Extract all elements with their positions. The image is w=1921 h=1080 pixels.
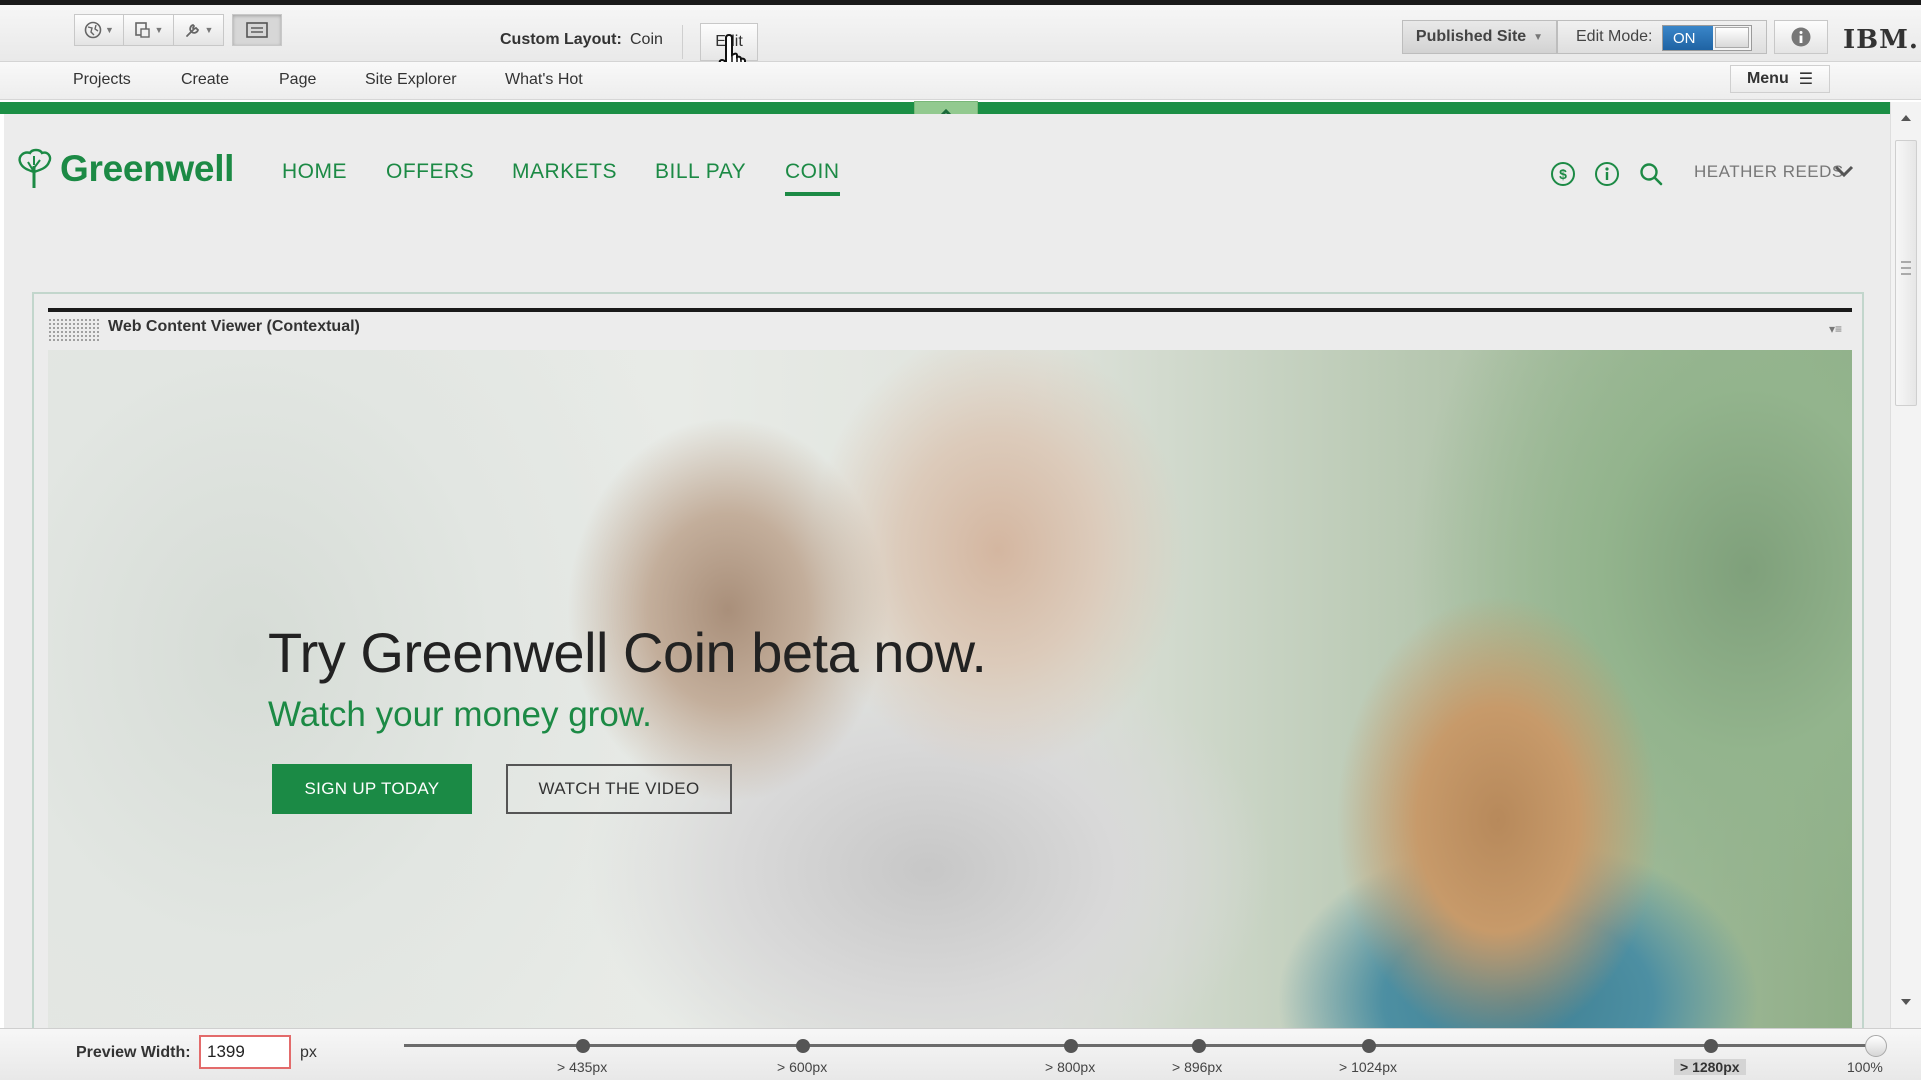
preview-width-slider[interactable] [404, 1044, 1874, 1047]
preview-width-label: Preview Width: [76, 1044, 191, 1061]
toolbar-divider [682, 25, 683, 59]
nav-site-explorer[interactable]: Site Explorer [365, 71, 457, 89]
caret-icon: ▼ [1533, 31, 1544, 43]
info-icon [1791, 27, 1811, 47]
breakpoint-dot-435[interactable] [576, 1039, 590, 1053]
breakpoint-label-1024: > 1024px [1339, 1059, 1397, 1075]
toggle-panel-button[interactable] [232, 14, 282, 46]
nav-page[interactable]: Page [279, 71, 316, 89]
top-toolbar: ▼ ▼ ▼ Custom Layout: Coin Edit Published… [0, 0, 1921, 83]
drag-handle[interactable] [48, 318, 100, 342]
nav-projects[interactable]: Projects [73, 71, 131, 89]
edit-mode-label: Edit Mode: [1576, 28, 1653, 45]
edit-mode-control: Edit Mode: ON [1557, 20, 1767, 54]
grip-icon [1901, 261, 1911, 275]
greenwell-logo[interactable]: Greenwell [14, 148, 234, 190]
edit-mode-state: ON [1663, 26, 1713, 50]
hero-headline: Try Greenwell Coin beta now. [268, 621, 987, 684]
custom-layout-value: Coin [630, 31, 663, 48]
vertical-scrollbar[interactable] [1890, 102, 1921, 1028]
portlet-menu-icon[interactable]: ▾≡ [1829, 322, 1842, 336]
panel-icon [246, 22, 268, 38]
breakpoint-label-896: > 896px [1172, 1059, 1223, 1075]
dollar-icon[interactable]: $ [1550, 161, 1576, 187]
nav-whats-hot[interactable]: What's Hot [505, 71, 583, 89]
slider-handle[interactable] [1865, 1035, 1887, 1057]
nav-create[interactable]: Create [181, 71, 229, 89]
info-circle-icon[interactable] [1594, 161, 1620, 187]
caret-icon: ▼ [105, 25, 114, 35]
page-icon [134, 22, 150, 38]
breakpoint-dot-600[interactable] [796, 1039, 810, 1053]
portlet-title: Web Content Viewer (Contextual) [108, 318, 360, 335]
breakpoint-dot-1280[interactable] [1704, 1039, 1718, 1053]
caret-icon: ▼ [204, 25, 214, 35]
greenwell-tree-icon [18, 148, 52, 188]
menu-button[interactable]: Menu ☰ [1730, 65, 1830, 93]
site-nav-home[interactable]: HOME [282, 160, 347, 184]
site-nav-bill-pay[interactable]: BILL PAY [655, 160, 746, 184]
site-nav-coin[interactable]: COIN [785, 160, 840, 196]
secondary-nav: Projects Create Page Site Explorer What'… [0, 62, 1921, 100]
site-preview: Greenwell HOME OFFERS MARKETS BILL PAY C… [4, 114, 1890, 1028]
toggle-knob [1715, 27, 1749, 48]
breakpoint-dot-896[interactable] [1192, 1039, 1206, 1053]
watch-video-button[interactable]: WATCH THE VIDEO [506, 764, 732, 814]
caret-icon: ▼ [154, 25, 164, 35]
globe-menu-button[interactable]: ▼ [74, 14, 124, 46]
web-content-viewer-portlet: Web Content Viewer (Contextual) ▾≡ Try G… [32, 292, 1864, 1028]
hero-subheadline: Watch your money grow. [268, 695, 652, 734]
published-site-label: Published Site [1415, 28, 1527, 45]
sign-up-button[interactable]: SIGN UP TODAY [272, 764, 472, 814]
breakpoint-label-435: > 435px [557, 1059, 608, 1075]
chevron-down-icon[interactable] [1834, 164, 1854, 178]
logo-text: Greenwell [60, 148, 235, 189]
user-menu-name[interactable]: HEATHER REEDS [1694, 162, 1844, 182]
site-nav-offers[interactable]: OFFERS [386, 160, 474, 184]
breakpoint-dot-1024[interactable] [1362, 1039, 1376, 1053]
portlet-title-bar: Web Content Viewer (Contextual) ▾≡ [48, 308, 1852, 350]
toolbar-button-group: ▼ ▼ ▼ [74, 14, 282, 46]
wrench-icon [185, 23, 199, 37]
preview-width-input[interactable] [199, 1035, 291, 1069]
published-site-dropdown[interactable]: Published Site ▼ [1402, 20, 1557, 54]
menu-label: Menu [1746, 70, 1789, 87]
menu-icon: ☰ [1798, 71, 1814, 88]
page-menu-button[interactable]: ▼ [124, 14, 174, 46]
edit-mode-toggle[interactable]: ON [1662, 25, 1752, 51]
help-button[interactable] [1774, 20, 1828, 54]
preview-width-bar: Preview Width: px > 435px > 600px > 800p… [0, 1028, 1921, 1080]
slider-max-label: 100% [1847, 1059, 1883, 1075]
scroll-down-icon[interactable] [1900, 998, 1912, 1006]
site-header: Greenwell HOME OFFERS MARKETS BILL PAY C… [4, 114, 1890, 230]
breakpoint-label-1280: > 1280px [1674, 1059, 1746, 1075]
breakpoint-label-800: > 800px [1045, 1059, 1096, 1075]
ibm-logo: IBM. [1843, 25, 1919, 55]
custom-layout-label: Custom Layout: [500, 31, 622, 48]
breakpoint-label-600: > 600px [777, 1059, 828, 1075]
tools-menu-button[interactable]: ▼ [174, 14, 224, 46]
site-nav-markets[interactable]: MARKETS [512, 160, 617, 184]
hero-banner: Try Greenwell Coin beta now. Watch your … [48, 350, 1852, 1028]
globe-icon [84, 21, 102, 39]
scrollbar-thumb[interactable] [1895, 140, 1917, 406]
svg-text:$: $ [1559, 166, 1567, 182]
scroll-up-icon[interactable] [1900, 114, 1912, 122]
breakpoint-dot-800[interactable] [1064, 1039, 1078, 1053]
preview-width-unit: px [300, 1044, 317, 1061]
search-icon[interactable] [1638, 161, 1664, 187]
